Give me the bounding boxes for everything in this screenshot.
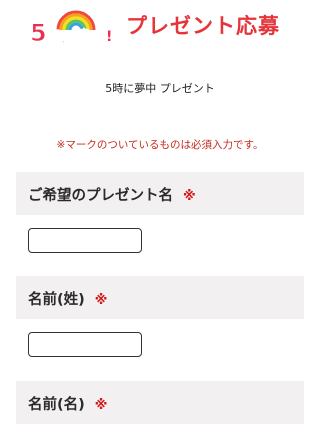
required-notice: ※マークのついているものは必須入力です。 [56,139,264,151]
present-name-label: ご希望のプレゼント名 ※ [28,188,196,204]
svg-text:に: に [61,32,73,46]
svg-text:夢: 夢 [74,27,89,45]
section-last-name: 名前(姓) ※ [16,276,304,319]
section-first-name: 名前(名) ※ [16,381,304,424]
first-name-label: 名前(名) ※ [28,397,108,413]
last-name-input[interactable] [28,332,142,357]
page-title: プレゼント応募 [126,14,280,38]
program-logo[interactable]: 5 時 に 夢 中 ! [28,8,114,46]
header: 5 時 に 夢 中 ! プレゼント応募 [0,0,320,50]
svg-text:時: 時 [45,27,60,45]
last-name-label: 名前(姓) ※ [28,292,108,308]
present-name-input[interactable] [28,228,142,253]
required-mark: ※ [183,189,196,204]
section-present-name: ご希望のプレゼント名 ※ [16,172,304,215]
required-mark: ※ [94,293,108,308]
svg-text:中: 中 [90,27,105,45]
svg-text:!: ! [106,29,112,45]
program-label: 5時に夢中 プレゼント [105,82,215,95]
required-mark: ※ [94,398,108,413]
